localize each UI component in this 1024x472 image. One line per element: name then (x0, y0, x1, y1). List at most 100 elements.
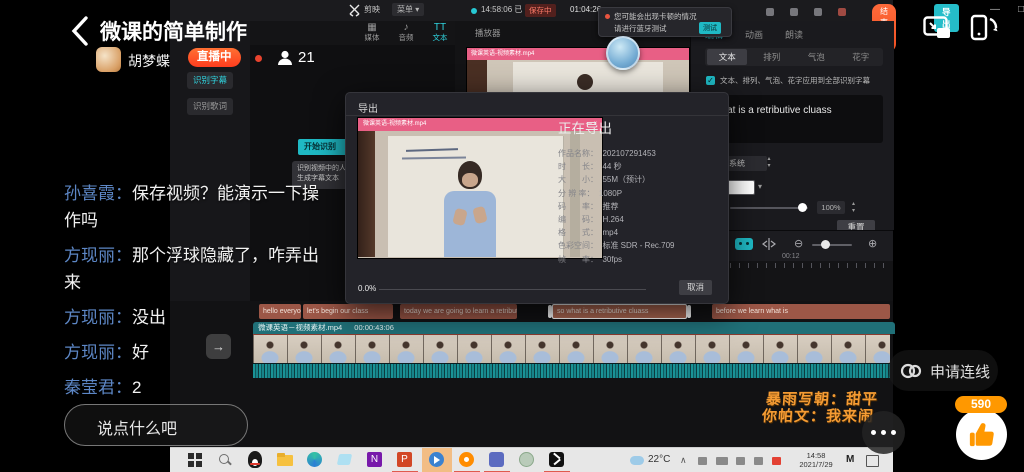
chat-message: 方现丽：没出 (64, 304, 326, 331)
opacity-stepper[interactable]: ▴▾ (849, 201, 858, 214)
apply-all-checkbox[interactable]: ✓ (706, 76, 715, 85)
chat-author[interactable]: 方现丽： (64, 246, 132, 265)
text-icon: TT (423, 22, 457, 33)
chat-input-placeholder: 说点什么吧 (97, 415, 247, 439)
recognize-subtitle-button[interactable]: 识别字幕 (187, 72, 233, 89)
speaker-icon[interactable] (736, 457, 745, 465)
rotate-screen-icon[interactable] (968, 13, 1000, 43)
powerpoint-icon[interactable]: P (396, 451, 414, 469)
viewer-icon (276, 49, 294, 67)
tab-animation[interactable]: 动画 (745, 28, 763, 41)
subtitle-text-area[interactable]: so what is a retributive cluass (723, 95, 883, 143)
more-menu-button[interactable] (862, 411, 905, 454)
purple-app-icon[interactable] (488, 451, 506, 469)
tab-readaloud[interactable]: 朗读 (785, 28, 803, 41)
smart-tool-icon[interactable] (735, 238, 753, 250)
battery-icon[interactable] (716, 457, 728, 465)
chat-author[interactable]: 方现丽： (64, 308, 132, 327)
zoom-out-icon[interactable]: ⊖ (794, 237, 803, 250)
tray-expand-icon[interactable]: ∧ (680, 455, 687, 466)
dialog-divider (346, 115, 728, 116)
opacity-slider-knob[interactable] (798, 203, 807, 212)
file-explorer-icon[interactable] (276, 451, 294, 469)
stop-record-icon[interactable] (838, 8, 846, 16)
streamer-avatar[interactable] (96, 47, 121, 72)
split-icon[interactable] (762, 238, 776, 250)
video-clip-header[interactable]: 微课英语－视频素材.mp4 00:00:43:06 (253, 322, 895, 334)
menu-button[interactable]: 菜单 ▾ (392, 3, 424, 16)
opacity-slider-track[interactable] (730, 207, 808, 209)
onenote-icon[interactable]: N (366, 451, 384, 469)
subtitle-clip-selected[interactable]: so what is a retributive cluass (552, 304, 687, 319)
edge-icon[interactable] (306, 451, 324, 469)
export-dialog: 导出 微课英语-视频素材.mp4 — × 正在导出 (345, 92, 729, 304)
live-badge: 直播中 (188, 48, 241, 67)
subtitle-clip[interactable]: today we are going to learn a retributiv… (400, 304, 517, 319)
floating-ball[interactable] (606, 36, 640, 70)
color-dropdown-arrow[interactable]: ▾ (758, 182, 762, 191)
chat-message: 方现丽：好 (64, 339, 326, 366)
subtitle-clip[interactable]: before we learn what is (712, 304, 890, 319)
zoom-in-icon[interactable]: ⊕ (868, 237, 877, 250)
active-app-icon[interactable] (428, 451, 446, 469)
tab-text[interactable]: TT文本 (423, 22, 457, 45)
ime-icon[interactable]: M (846, 454, 854, 465)
thumbs-up-icon (966, 420, 997, 451)
taskbar: N P 22°C ∧ (170, 447, 893, 472)
record-time: 14:58:06 已 (481, 4, 522, 16)
start-recognize-button[interactable]: 开始识别 (298, 139, 351, 155)
timeline-ruler[interactable] (730, 263, 890, 268)
timeline-zoom-track[interactable] (812, 244, 852, 246)
wifi-icon[interactable] (698, 457, 707, 465)
jianying-taskbar-icon[interactable] (548, 451, 566, 469)
like-button[interactable] (956, 409, 1007, 460)
chat-input[interactable]: 说点什么吧 (64, 404, 248, 446)
green-app-icon[interactable] (518, 451, 536, 469)
chat-author[interactable]: 秦莹君： (64, 378, 132, 397)
chat-author[interactable]: 孙喜霞： (64, 184, 132, 203)
request-connect-button[interactable]: 申请连线 (888, 350, 998, 391)
orange-app-icon[interactable] (458, 451, 476, 469)
start-button[interactable] (186, 451, 204, 469)
clip-handle-left[interactable] (548, 305, 552, 318)
wps-icon[interactable] (336, 451, 354, 469)
share-tool-icon[interactable] (766, 8, 774, 16)
subtab-fancy[interactable]: 花字 (841, 49, 881, 65)
timeline-zoom-knob[interactable] (821, 240, 830, 249)
tooltip-test-link[interactable]: 测试 (699, 22, 721, 34)
pip-icon[interactable] (923, 16, 952, 40)
cancel-button[interactable]: 取消 (679, 280, 712, 295)
streamer-name: 胡梦蝶 (128, 51, 170, 71)
player-panel-title: 播放器 (475, 27, 501, 39)
subtab-text[interactable]: 文本 (707, 49, 747, 65)
back-icon[interactable] (68, 15, 92, 47)
video-thumbnails-track[interactable] (253, 335, 890, 363)
clip-handle-right[interactable] (687, 305, 691, 318)
tab-media[interactable]: ▦媒体 (355, 22, 389, 45)
collapse-chat-button[interactable]: → (206, 334, 231, 359)
notification-icon[interactable] (866, 455, 879, 467)
qq-icon[interactable] (246, 451, 264, 469)
audio-waveform-track[interactable] (253, 363, 890, 378)
tray-red-app-icon[interactable] (772, 457, 781, 465)
danmaku-text: 你帕文：我来闹 (761, 405, 874, 426)
comment-icon[interactable] (814, 8, 822, 16)
subtab-bubble[interactable]: 气泡 (796, 49, 836, 65)
usb-icon[interactable] (754, 457, 763, 465)
search-icon[interactable] (216, 451, 234, 469)
chat-author[interactable]: 方现丽： (64, 343, 132, 362)
font-stepper[interactable]: ▴▾ (764, 156, 774, 171)
clock[interactable]: 14:58 2021/7/29 (792, 451, 840, 469)
whiteboard-icon[interactable] (790, 8, 798, 16)
chat-list: 孙喜霞：保存视频？能演示一下操作吗 方现丽：那个浮球隐藏了，咋弄出来 方现丽：没… (64, 180, 326, 401)
recognize-lyrics-button[interactable]: 识别歌词 (187, 98, 233, 115)
player-window-titlebar: 微课英语-视频素材.mp4 (467, 48, 689, 60)
restore-button[interactable]: □ (1018, 4, 1024, 15)
person-head (577, 74, 593, 90)
font-select[interactable]: 系统 (723, 156, 767, 171)
weather-icon (630, 456, 644, 465)
progress-bar (379, 289, 646, 290)
door-edge (358, 131, 375, 257)
subtab-arrange[interactable]: 排列 (752, 49, 792, 65)
tab-audio[interactable]: ♪音频 (389, 22, 423, 45)
